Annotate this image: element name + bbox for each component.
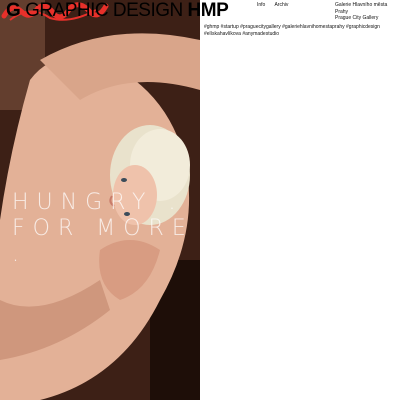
gallery-name[interactable]: Galerie Hlavního města Prahy Prague City…: [335, 2, 400, 22]
site-title[interactable]: G GRAPHIC DESIGN HMP: [6, 0, 229, 22]
nav-item-info[interactable]: Info: [257, 2, 265, 8]
title-main: GRAPHIC DESIGN: [25, 0, 183, 21]
gallery-name-cz: Galerie Hlavního města Prahy: [335, 2, 388, 15]
title-hmp: HMP: [187, 0, 229, 21]
title-g: G: [6, 0, 21, 21]
poster-headline: HUNGRY . FOR MORE .: [12, 190, 202, 268]
main-nav: Info Archiv: [257, 2, 296, 8]
headline-line2: FOR MORE .: [12, 216, 194, 267]
nav-item-archiv[interactable]: Archiv: [274, 2, 288, 8]
gallery-name-en: Prague City Gallery: [335, 15, 379, 21]
hashtags: #ghmp #startup #praguecitygallery #galer…: [204, 24, 380, 37]
headline-line1: HUNGRY .: [12, 190, 184, 215]
